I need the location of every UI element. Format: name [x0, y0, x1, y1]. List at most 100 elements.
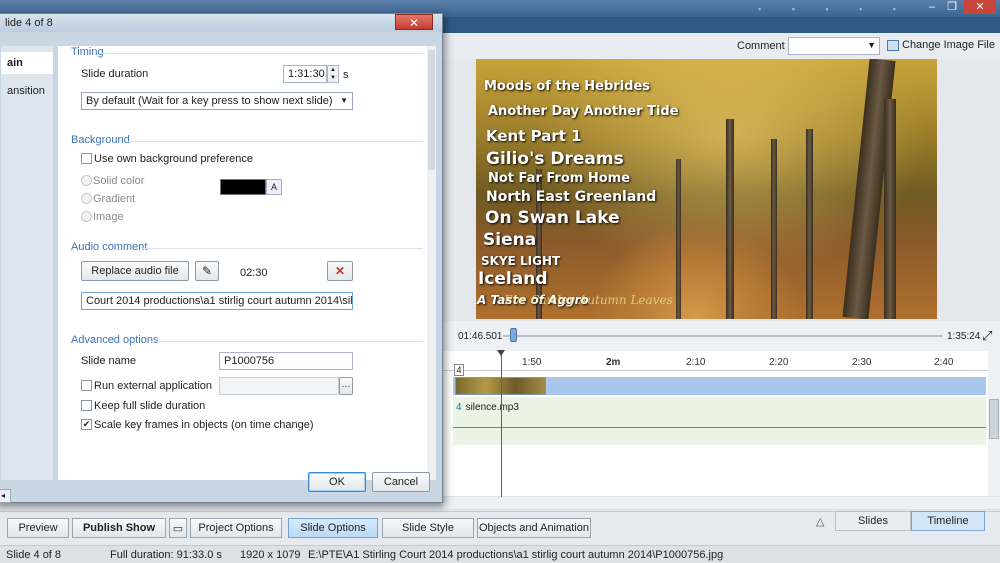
divider	[99, 53, 423, 54]
track-number: 4	[454, 364, 464, 376]
duration-stepper[interactable]: ▲ ▼	[327, 65, 339, 83]
dialog-scroll-thumb[interactable]	[428, 50, 435, 170]
tab-timeline[interactable]: Timeline	[911, 511, 985, 531]
solid-color-radio[interactable]	[81, 175, 92, 186]
duration-unit: s	[343, 69, 349, 81]
audio-file-name: silence.mp3	[465, 402, 519, 413]
change-image-file-button[interactable]: Change Image File	[887, 39, 995, 51]
ruler-tick-label: 2:30	[852, 357, 872, 368]
section-timing: Timing	[71, 46, 104, 58]
section-audio-comment: Audio comment	[71, 241, 148, 253]
playhead-marker[interactable]	[497, 350, 505, 356]
use-own-background-checkbox[interactable]	[81, 153, 92, 164]
slide-title-text: Moods of the Hebrides	[484, 79, 651, 94]
image-radio[interactable]	[81, 211, 92, 222]
objects-animation-button[interactable]: Objects and Animation	[477, 518, 591, 538]
external-app-input[interactable]	[219, 377, 339, 395]
status-duration: Full duration: 91:33.0 s	[110, 549, 222, 561]
audio-volume-line[interactable]	[453, 427, 986, 428]
keep-duration-checkbox[interactable]	[81, 400, 92, 411]
scrub-track[interactable]	[503, 335, 943, 337]
scrub-handle[interactable]	[510, 328, 517, 342]
maximize-button[interactable]: ❐	[944, 0, 960, 14]
chevron-down-icon: ▼	[867, 40, 876, 50]
slide-title-text: SKYE LIGHT	[481, 254, 561, 268]
slide-title-text: Not Far From Home	[488, 171, 631, 186]
color-picker-icon[interactable]: A	[266, 179, 282, 195]
current-time: 01:46.501	[458, 331, 503, 342]
dialog-scrollbar[interactable]	[427, 46, 436, 480]
dialog-close-button[interactable]: ✕	[395, 14, 433, 30]
tree-trunk	[726, 119, 734, 319]
section-background: Background	[71, 134, 130, 146]
publish-show-button[interactable]: Publish Show	[72, 518, 166, 538]
timeline-horizontal-scrollbar[interactable]	[443, 497, 1000, 509]
background-color-swatch[interactable]	[220, 179, 266, 195]
minimize-button[interactable]: –	[924, 0, 940, 14]
divider	[127, 141, 423, 142]
close-app-button[interactable]: ✕	[964, 0, 996, 14]
next-slide-mode-value: By default (Wait for a key press to show…	[86, 95, 333, 107]
run-external-checkbox[interactable]	[81, 380, 92, 391]
gradient-label: Gradient	[93, 193, 136, 205]
status-bar: Slide 4 of 8 Full duration: 91:33.0 s 19…	[0, 545, 1000, 563]
ok-button[interactable]: OK	[308, 472, 366, 492]
playhead[interactable]	[501, 351, 502, 497]
collapse-up-icon[interactable]: △	[816, 515, 824, 528]
ruler-tick-label: 1:50	[522, 357, 542, 368]
slide-title-text: Gilio's Dreams	[486, 149, 624, 169]
audio-track-number: 4	[456, 402, 462, 413]
solid-color-label: Solid color	[93, 175, 145, 187]
slide-title-text: North East Greenland	[486, 189, 657, 205]
dialog-sidebar: ain ansition	[1, 46, 53, 480]
ruler-tick-label: 2:10	[686, 357, 706, 368]
keep-duration-label: Keep full slide duration	[94, 400, 206, 412]
preview-button[interactable]: Preview	[7, 518, 69, 538]
slide-name-input[interactable]: P1000756	[219, 352, 353, 370]
timeline-vertical-scrollbar[interactable]	[988, 351, 1000, 496]
divider	[151, 341, 423, 342]
scale-keyframes-checkbox[interactable]: ✔	[81, 419, 92, 430]
slide-duration-input[interactable]: 1:31:30.0	[283, 65, 327, 83]
comment-select[interactable]: ▼	[788, 37, 880, 55]
browse-icon[interactable]: ⋯	[339, 377, 353, 395]
scroll-left-icon[interactable]: ◂	[0, 489, 11, 503]
dialog-titlebar[interactable]: lide 4 of 8 ✕	[0, 14, 442, 32]
slide-options-button[interactable]: Slide Options	[288, 518, 378, 538]
cancel-button[interactable]: Cancel	[372, 472, 430, 492]
slide-name-label: Slide name	[81, 355, 137, 367]
tree-trunk	[676, 159, 681, 319]
chevron-down-icon: ▼	[340, 96, 348, 105]
ruler-tick-label: 2m	[606, 357, 621, 368]
scale-keyframes-label: Scale key frames in objects (on time cha…	[94, 419, 314, 431]
slide-style-button[interactable]: Slide Style	[382, 518, 474, 538]
audio-track-label: 4 silence.mp3	[456, 402, 519, 413]
dialog-title: lide 4 of 8	[5, 17, 53, 29]
slide-title-text: On Swan Lake	[485, 208, 620, 228]
project-options-button[interactable]: Project Options	[190, 518, 282, 538]
next-slide-mode-select[interactable]: By default (Wait for a key press to show…	[81, 92, 353, 110]
audio-file-path-input[interactable]: Court 2014 productions\a1 stirlig court …	[81, 292, 353, 310]
fullscreen-icon[interactable]: ⤢	[982, 328, 992, 344]
ruler-tick-label: 2:40	[934, 357, 954, 368]
section-advanced-options: Advanced options	[71, 334, 159, 346]
signature-watermark: Eve Cawley Autumn Leaves	[504, 293, 673, 307]
slide-title-text: Iceland	[478, 269, 548, 289]
slide-preview-image[interactable]: Moods of the Hebrides Another Day Anothe…	[476, 59, 937, 319]
tree-trunk	[806, 129, 813, 319]
sidebar-item-main[interactable]: ain	[1, 52, 53, 74]
screen-icon[interactable]: ▭	[169, 518, 187, 538]
remove-audio-icon[interactable]: ✕	[327, 261, 353, 281]
gradient-radio[interactable]	[81, 193, 92, 204]
status-slide: Slide 4 of 8	[6, 549, 62, 561]
comment-label: Comment	[737, 40, 785, 52]
replace-audio-button[interactable]: Replace audio file	[81, 261, 189, 281]
slide-title-text: Kent Part 1	[486, 127, 582, 145]
tab-slides[interactable]: Slides	[835, 511, 911, 531]
tree-trunk	[884, 99, 896, 319]
audio-track[interactable]	[453, 397, 986, 445]
sidebar-item-transition[interactable]: ansition	[1, 80, 53, 102]
slide-duration-label: Slide duration	[81, 68, 149, 80]
scroll-thumb[interactable]	[989, 399, 999, 439]
edit-audio-icon[interactable]: ✎	[195, 261, 219, 281]
